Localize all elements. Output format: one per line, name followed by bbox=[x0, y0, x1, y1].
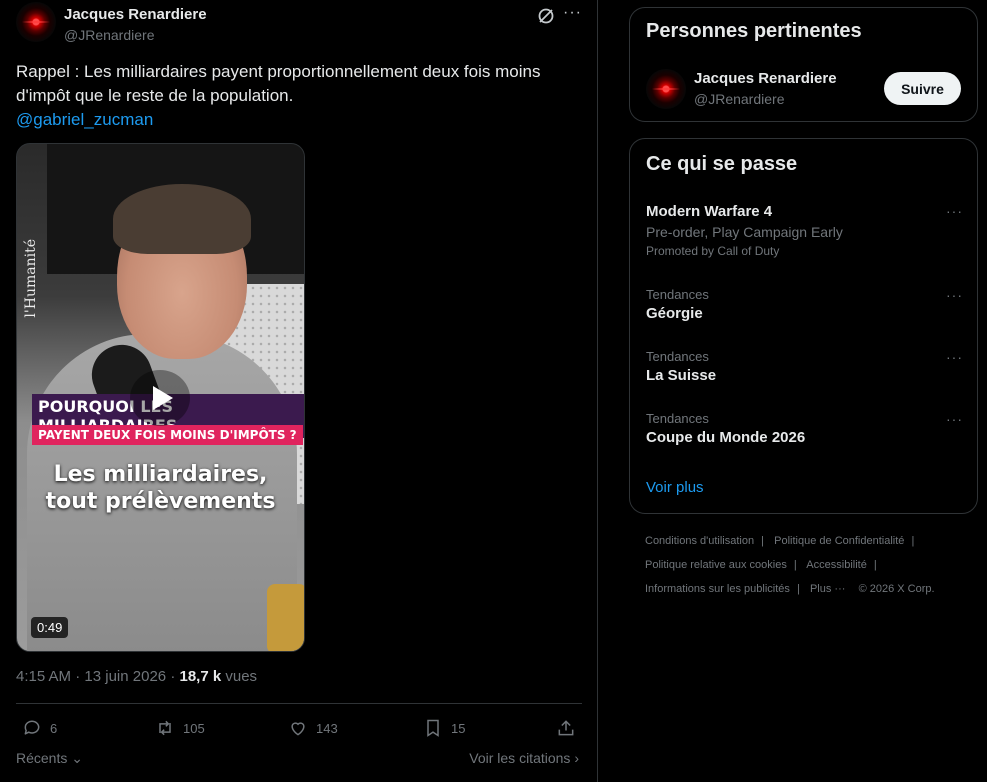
meta-separator: · bbox=[75, 668, 85, 685]
ads-info-link[interactable]: Informations sur les publicités bbox=[645, 583, 790, 595]
footer-separator: | bbox=[870, 559, 877, 571]
mention-link[interactable]: @gabriel_zucman bbox=[16, 108, 576, 132]
reply-button[interactable]: 6 bbox=[22, 716, 57, 740]
tweet-text-line1: Rappel : Les milliardaires payent propor… bbox=[16, 62, 541, 81]
bookmark-icon bbox=[427, 719, 439, 737]
repost-button[interactable]: 105 bbox=[155, 716, 205, 740]
tweet-date[interactable]: 13 juin 2026 bbox=[84, 668, 166, 685]
more-options-icon[interactable]: ··· bbox=[946, 349, 963, 365]
chevron-down-icon: ⌄ bbox=[71, 750, 83, 766]
video-player[interactable]: l'Humanité POURQUOI LES MILLIARDAIRES PA… bbox=[16, 143, 305, 652]
footer-separator: | bbox=[790, 559, 800, 571]
video-person-hair bbox=[113, 184, 251, 254]
footer-separator: | bbox=[908, 535, 915, 547]
follow-button[interactable]: Suivre bbox=[884, 72, 961, 105]
trend-item[interactable]: Tendances La Suisse ··· bbox=[646, 349, 963, 384]
privacy-link[interactable]: Politique de Confidentialité bbox=[774, 535, 904, 547]
play-icon[interactable] bbox=[130, 370, 190, 426]
trend-item[interactable]: Tendances Coupe du Monde 2026 ··· bbox=[646, 411, 963, 446]
footer-row: Politique relative aux cookies | Accessi… bbox=[645, 559, 881, 571]
repost-count: 105 bbox=[183, 720, 205, 736]
view-quotes-label: Voir les citations bbox=[469, 750, 571, 766]
trend-title: Géorgie bbox=[646, 305, 703, 322]
like-count: 143 bbox=[316, 720, 338, 736]
more-options-icon[interactable]: ··· bbox=[946, 411, 963, 427]
like-button[interactable]: 143 bbox=[288, 716, 338, 740]
footer-row: Conditions d'utilisation | Politique de … bbox=[645, 535, 918, 547]
trend-context: Tendances bbox=[646, 411, 709, 426]
tweet-time[interactable]: 4:15 AM bbox=[16, 668, 71, 685]
trend-item[interactable]: Modern Warfare 4 Pre-order, Play Campaig… bbox=[646, 203, 963, 258]
share-icon bbox=[558, 720, 574, 736]
bookmark-count: 15 bbox=[451, 720, 466, 736]
author-handle[interactable]: @JRenardiere bbox=[64, 27, 154, 43]
video-caption-line2: tout prélèvements bbox=[45, 489, 276, 514]
share-button[interactable] bbox=[556, 716, 576, 740]
reply-icon bbox=[24, 720, 40, 735]
tweet-text: Rappel : Les milliardaires payent propor… bbox=[16, 60, 576, 132]
trend-context: Tendances bbox=[646, 349, 709, 364]
footer-separator: | bbox=[758, 535, 768, 547]
more-options-icon[interactable]: ··· bbox=[563, 4, 582, 22]
more-options-icon[interactable]: ··· bbox=[946, 287, 963, 303]
promoted-label: Promoted by Call of Duty bbox=[646, 244, 780, 258]
views-count: 18,7 k bbox=[179, 668, 222, 685]
trend-subtitle: Pre-order, Play Campaign Early bbox=[646, 224, 843, 240]
tweet-column: Jacques Renardiere @JRenardiere ··· Rapp… bbox=[0, 0, 598, 782]
relevant-handle[interactable]: @JRenardiere bbox=[694, 91, 784, 107]
tweet-text-line2: d'impôt que le reste de la population. bbox=[16, 86, 294, 105]
relevant-people-title: Personnes pertinentes bbox=[646, 20, 862, 42]
sort-label: Récents bbox=[16, 750, 68, 766]
grok-icon[interactable] bbox=[536, 6, 556, 26]
view-quotes-link[interactable]: Voir les citations › bbox=[469, 750, 579, 766]
footer-separator: | bbox=[793, 583, 803, 595]
trend-title: Coupe du Monde 2026 bbox=[646, 429, 806, 446]
relevant-avatar[interactable] bbox=[646, 69, 686, 109]
heart-icon bbox=[291, 722, 305, 736]
divider bbox=[16, 703, 582, 704]
views-label: vues bbox=[225, 668, 258, 685]
chevron-right-icon: › bbox=[574, 750, 579, 766]
tweet-meta: 4:15 AM · 13 juin 2026 · 18,7 k vues bbox=[16, 668, 257, 685]
video-watermark: l'Humanité bbox=[23, 239, 39, 318]
relevant-people-card: Personnes pertinentes Jacques Renardiere… bbox=[629, 7, 978, 122]
accessibility-link[interactable]: Accessibilité bbox=[806, 559, 867, 571]
terms-link[interactable]: Conditions d'utilisation bbox=[645, 535, 754, 547]
video-banner-subtitle: PAYENT DEUX FOIS MOINS D'IMPÔTS ? bbox=[32, 425, 303, 445]
author-avatar[interactable] bbox=[16, 2, 56, 42]
show-more-link[interactable]: Voir plus bbox=[646, 479, 704, 496]
more-options-icon[interactable]: ··· bbox=[946, 203, 963, 219]
copyright: © 2026 X Corp. bbox=[858, 583, 935, 595]
trending-card: Ce qui se passe Modern Warfare 4 Pre-ord… bbox=[629, 138, 978, 514]
footer-row: Informations sur les publicités | Plus ·… bbox=[645, 583, 939, 595]
video-caption-line1: Les milliardaires, bbox=[53, 462, 268, 487]
bookmark-button[interactable]: 15 bbox=[423, 716, 465, 740]
trending-title: Ce qui se passe bbox=[646, 153, 798, 175]
more-link[interactable]: Plus ··· bbox=[810, 583, 845, 595]
relevant-name[interactable]: Jacques Renardiere bbox=[694, 70, 837, 87]
trend-title: La Suisse bbox=[646, 367, 717, 384]
trend-context: Tendances bbox=[646, 287, 709, 302]
video-duration: 0:49 bbox=[31, 617, 69, 638]
sort-dropdown[interactable]: Récents ⌄ bbox=[16, 750, 83, 767]
video-chair bbox=[267, 584, 304, 651]
trend-item[interactable]: Tendances Géorgie ··· bbox=[646, 287, 963, 322]
author-name[interactable]: Jacques Renardiere bbox=[64, 6, 207, 23]
trend-title: Modern Warfare 4 bbox=[646, 203, 773, 220]
cookies-link[interactable]: Politique relative aux cookies bbox=[645, 559, 787, 571]
repost-icon bbox=[159, 720, 171, 736]
reply-count: 6 bbox=[50, 720, 58, 736]
